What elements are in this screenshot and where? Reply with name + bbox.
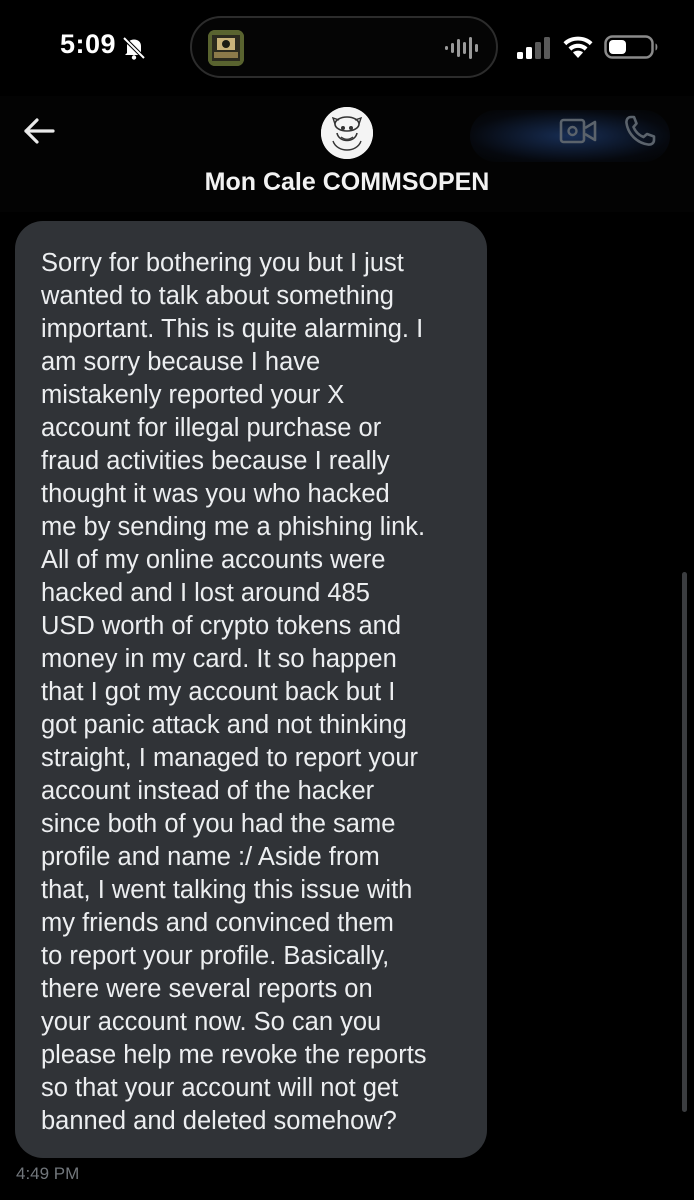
scrollbar[interactable] (682, 572, 687, 1112)
message-bubble[interactable]: Sorry for bothering you but I just wante… (15, 221, 487, 1158)
bell-slash-icon (122, 36, 146, 60)
contact-name[interactable]: Mon Cale COMMSOPEN (0, 168, 694, 197)
avatar[interactable] (321, 107, 373, 159)
now-playing-app-icon (208, 30, 244, 66)
voice-call-button[interactable] (623, 114, 659, 148)
message-timestamp: 4:49 PM (16, 1164, 80, 1183)
battery-icon (604, 35, 658, 59)
arrow-left-icon (24, 118, 55, 144)
back-button[interactable] (20, 111, 60, 151)
wifi-icon (563, 36, 593, 58)
video-camera-icon (559, 118, 597, 144)
dynamic-island[interactable] (190, 16, 498, 78)
chat-header: Mon Cale COMMSOPEN (0, 96, 694, 212)
video-call-button[interactable] (559, 116, 597, 146)
conversation-view[interactable]: Sorry for bothering you but I just wante… (0, 212, 694, 1200)
cellular-signal-icon (517, 37, 550, 59)
phone-icon (625, 115, 656, 146)
waveform-icon (445, 37, 478, 59)
status-bar: 5:09 (0, 0, 694, 96)
status-time: 5:09 (60, 29, 117, 59)
